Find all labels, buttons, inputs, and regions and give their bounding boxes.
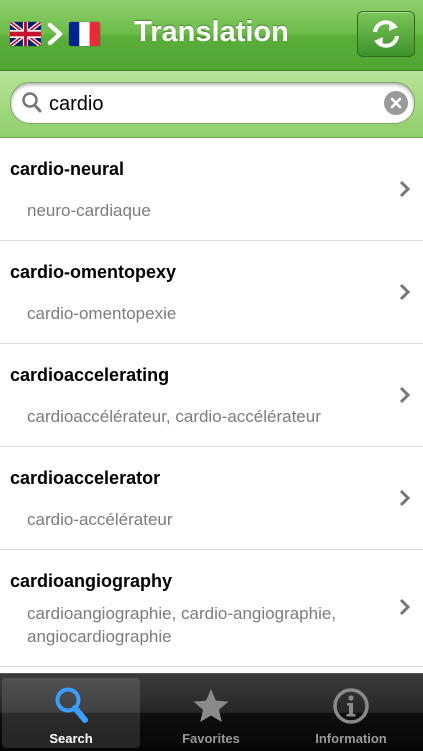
list-item[interactable]: cardioaccelerating cardioaccélérateur, c… (0, 344, 423, 447)
result-term: cardioangiography (10, 571, 173, 591)
star-icon (193, 689, 229, 722)
tab-search[interactable]: Search (2, 678, 140, 748)
chevron-right-icon (399, 386, 411, 404)
list-item[interactable]: cardioangiography cardioangiographie, ca… (0, 550, 423, 667)
result-translation: cardio-omentopexie (27, 304, 177, 323)
info-icon (333, 688, 369, 724)
tab-favorites[interactable]: Favorites (142, 678, 280, 748)
result-translation: cardio-accélérateur (27, 510, 173, 529)
tab-information[interactable]: Information (282, 678, 420, 748)
chevron-right-icon (399, 180, 411, 198)
result-translation: cardioaccélérateur, cardio-accélérateur (27, 407, 321, 426)
magnifier-icon (55, 687, 88, 723)
result-term: cardio-neural (10, 159, 125, 179)
navigation-bar: Translation (0, 0, 423, 71)
chevron-right-icon (399, 598, 411, 616)
clear-icon (390, 97, 402, 109)
result-term: cardio-omentopexy (10, 262, 177, 282)
result-translation: neuro-cardiaque (27, 201, 151, 220)
tab-label: Favorites (182, 731, 240, 746)
swap-arrows-icon (373, 20, 399, 48)
search-input[interactable] (47, 89, 371, 119)
swap-languages-button[interactable] (357, 11, 415, 57)
chevron-right-icon (399, 489, 411, 507)
results-list: cardio-neural neuro-cardiaque cardio-ome… (0, 138, 423, 673)
list-item[interactable]: cardio-neural neuro-cardiaque (0, 138, 423, 241)
list-item[interactable]: cardio-omentopexy cardio-omentopexie (0, 241, 423, 344)
chevron-right-icon (399, 283, 411, 301)
result-term: cardioaccelerating (10, 365, 170, 385)
list-item[interactable]: cardioaccelerator cardio-accélérateur (0, 447, 423, 550)
tab-bar: Search Favorites Information (0, 673, 423, 751)
clear-search-button[interactable] (384, 91, 408, 115)
tab-label: Information (315, 731, 387, 746)
search-icon (22, 92, 42, 113)
search-bar (0, 71, 423, 138)
result-term: cardioaccelerator (10, 468, 161, 488)
search-field[interactable] (10, 82, 415, 124)
result-translation: cardioangiographie, cardio-angiographie,… (27, 604, 337, 646)
tab-label: Search (49, 731, 93, 746)
